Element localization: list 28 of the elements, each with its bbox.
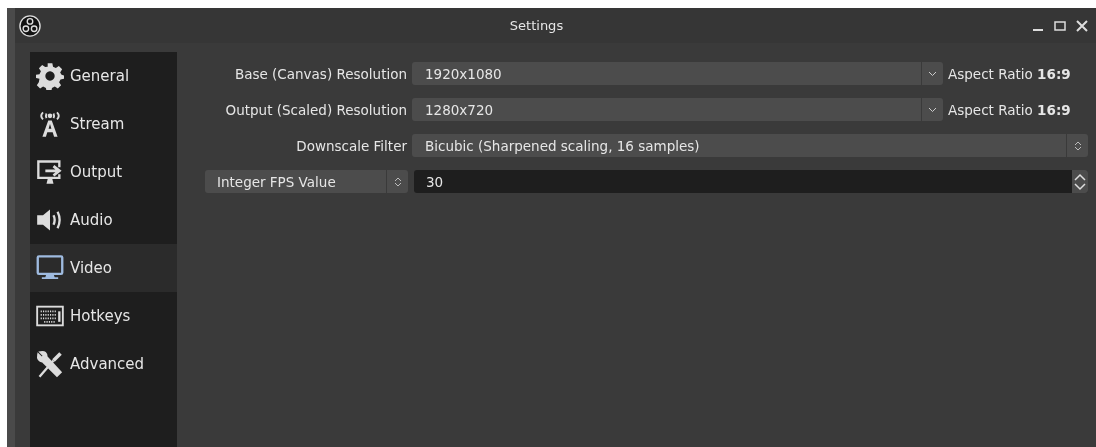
fps-spinbox[interactable]: 30 bbox=[414, 170, 1088, 193]
sidebar-item[interactable]: Audio bbox=[30, 196, 177, 244]
filter-select[interactable]: Bicubic (Sharpened scaling, 16 samples) bbox=[412, 134, 1088, 157]
gear-icon bbox=[34, 62, 66, 90]
resolution-combo[interactable]: 1280x720 bbox=[412, 98, 943, 121]
close-icon[interactable] bbox=[1076, 19, 1088, 32]
sidebar-item[interactable]: Hotkeys bbox=[30, 292, 177, 340]
aspect-ratio-text: Aspect Ratio 16:9 bbox=[948, 65, 1072, 82]
sidebar-item[interactable]: General bbox=[30, 52, 177, 100]
field-label: Downscale Filter bbox=[295, 137, 407, 154]
field-label: Output (Scaled) Resolution bbox=[224, 101, 407, 118]
chevron-down-icon bbox=[928, 106, 937, 113]
sidebar-item[interactable]: Video bbox=[30, 244, 177, 292]
sidebar-item[interactable]: Advanced bbox=[30, 340, 177, 388]
resolution-combo[interactable]: 1920x1080 bbox=[412, 62, 943, 85]
field-label: Base (Canvas) Resolution bbox=[233, 65, 407, 82]
sidebar-item[interactable]: Output bbox=[30, 148, 177, 196]
maximize-icon[interactable] bbox=[1054, 19, 1066, 32]
fps-type-select[interactable]: Integer FPS Value bbox=[205, 170, 408, 193]
window-title: Settings bbox=[508, 18, 565, 33]
app-logo-icon bbox=[19, 14, 41, 37]
spinner-arrows-icon[interactable] bbox=[1074, 172, 1086, 191]
sidebar-item[interactable]: Stream bbox=[30, 100, 177, 148]
chevron-down-icon bbox=[928, 70, 937, 77]
spinner-arrows-icon[interactable] bbox=[393, 175, 402, 188]
monitor-icon bbox=[34, 254, 66, 282]
aspect-ratio-text: Aspect Ratio 16:9 bbox=[948, 101, 1072, 118]
spinner-arrows-icon[interactable] bbox=[1073, 139, 1082, 152]
